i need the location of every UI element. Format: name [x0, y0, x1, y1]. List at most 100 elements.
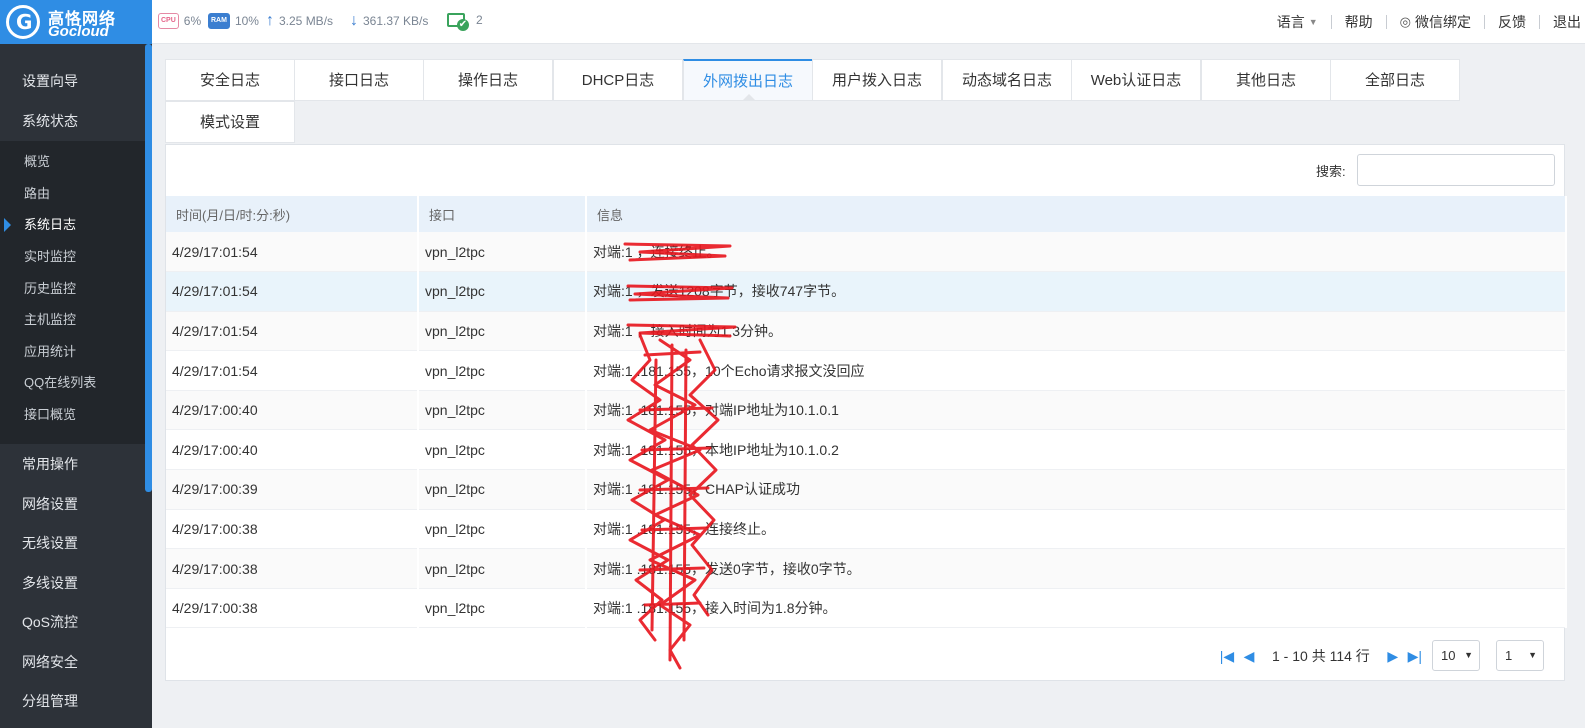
log-table: 时间(月/日/时:分:秒) 接口 信息 4/29/17:01:54 vpn_l2… [166, 196, 1567, 629]
sub-route[interactable]: 路由 [0, 178, 145, 210]
tab-all-log[interactable]: 全部日志 [1330, 59, 1460, 101]
sub-interface-overview[interactable]: 接口概览 [0, 399, 145, 431]
cell-info: 对端:1 ，接入时间为1.3分钟。 [586, 311, 1567, 352]
page-size-select[interactable]: 10 ▼ [1432, 640, 1480, 671]
upload-arrow-icon: ↑ [266, 12, 274, 29]
feedback-link[interactable]: 反馈 [1485, 12, 1539, 32]
caret-down-icon: ▼ [1308, 17, 1318, 27]
wechat-label: 微信绑定 [1415, 14, 1471, 30]
cpu-icon: CPU [158, 13, 179, 29]
column-header-interface[interactable]: 接口 [418, 196, 587, 232]
language-label: 语言 [1276, 14, 1305, 30]
sub-app-stats[interactable]: 应用统计 [0, 336, 145, 368]
sub-qq-online[interactable]: QQ在线列表 [0, 367, 145, 399]
menu-network-security[interactable]: 网络安全 [0, 642, 145, 682]
column-header-info[interactable]: 信息 [586, 196, 1567, 232]
download-stat: ↓ 361.37 KB/s [350, 13, 428, 29]
pagination-info: 1 - 10 共 114 行 [1272, 648, 1370, 664]
sub-history-monitor[interactable]: 历史监控 [0, 273, 145, 305]
language-menu[interactable]: 语言 ▼ [1264, 12, 1331, 32]
table-row[interactable]: 4/29/17:00:39 vpn_l2tpc 对端:1 .181.155，CH… [166, 469, 1567, 510]
sidebar: 设置向导 系统状态 概览 路由 系统日志 实时监控 历史监控 主机监控 应用统计… [0, 44, 152, 728]
top-bar: G 高恪网络 Gocloud CPU 6% RAM 10% ↑ 3.25 MB/… [0, 0, 1585, 44]
upload-value: 3.25 MB/s [279, 14, 334, 28]
tab-mode-settings[interactable]: 模式设置 [165, 101, 295, 143]
sub-realtime-monitor[interactable]: 实时监控 [0, 241, 145, 273]
tab-user-dialin-log[interactable]: 用户拨入日志 [812, 59, 942, 101]
tab-ddns-log[interactable]: 动态域名日志 [942, 59, 1072, 101]
table-row[interactable]: 4/29/17:00:40 vpn_l2tpc 对端:1 .181.155，对端… [166, 390, 1567, 431]
table-row[interactable]: 4/29/17:00:40 vpn_l2tpc 对端:1 .181.155，本地… [166, 429, 1567, 471]
cell-time: 4/29/17:00:38 [166, 509, 419, 550]
log-tabs: 安全日志 接口日志 操作日志 DHCP日志 外网拨出日志 用户拨入日志 动态域名… [165, 59, 1567, 144]
search-input[interactable] [1357, 154, 1555, 186]
menu-qos[interactable]: QoS流控 [0, 602, 145, 642]
table-row[interactable]: 4/29/17:01:54 vpn_l2tpc 对端:1 ，接入时间为1.3分钟… [166, 311, 1567, 352]
cell-interface: vpn_l2tpc [418, 429, 587, 471]
wechat-bind-link[interactable]: ◎ 微信绑定 [1387, 12, 1484, 32]
upload-stat: ↑ 3.25 MB/s [266, 13, 333, 29]
sub-host-monitor[interactable]: 主机监控 [0, 304, 145, 336]
menu-wireless-settings[interactable]: 无线设置 [0, 523, 145, 563]
table-header-row: 时间(月/日/时:分:秒) 接口 信息 [166, 196, 1567, 232]
cpu-stat: CPU 6% [158, 13, 201, 29]
cell-interface: vpn_l2tpc [418, 271, 587, 312]
table-row[interactable]: 4/29/17:00:38 vpn_l2tpc 对端:1 .181.155，连接… [166, 509, 1567, 550]
tab-wan-dialout-log[interactable]: 外网拨出日志 [683, 59, 813, 101]
prev-page-icon[interactable]: ◀ [1238, 648, 1260, 665]
cell-interface: vpn_l2tpc [418, 390, 587, 431]
active-marker-icon [4, 218, 11, 232]
cell-time: 4/29/17:00:38 [166, 548, 419, 589]
last-page-icon[interactable]: ▶| [1404, 648, 1426, 665]
pagination: |◀ ◀ 1 - 10 共 114 行 ▶ ▶| [1216, 641, 1426, 671]
menu-network-settings[interactable]: 网络设置 [0, 484, 145, 524]
sub-overview[interactable]: 概览 [0, 146, 145, 178]
sidebar-scrollbar[interactable] [145, 44, 152, 492]
tab-other-log[interactable]: 其他日志 [1201, 59, 1331, 101]
page-size-value: 10 [1441, 648, 1456, 663]
menu-system-status[interactable]: 系统状态 [0, 101, 145, 141]
tab-web-auth-log[interactable]: Web认证日志 [1071, 59, 1201, 101]
ram-icon: RAM [208, 13, 230, 29]
cell-info: 对端:1 ，发送1208字节，接收747字节。 [586, 271, 1567, 312]
sub-system-log[interactable]: 系统日志 [0, 209, 145, 241]
caret-down-icon: ▼ [1528, 650, 1537, 660]
cell-time: 4/29/17:00:39 [166, 469, 419, 510]
tab-operation-log[interactable]: 操作日志 [423, 59, 553, 101]
logo-icon: G [6, 5, 40, 39]
tab-security-log[interactable]: 安全日志 [165, 59, 295, 101]
menu-setup-wizard[interactable]: 设置向导 [0, 61, 145, 101]
tab-interface-log[interactable]: 接口日志 [294, 59, 424, 101]
cell-interface: vpn_l2tpc [418, 350, 587, 391]
first-page-icon[interactable]: |◀ [1216, 648, 1238, 665]
next-page-icon[interactable]: ▶ [1382, 648, 1404, 665]
table-row[interactable]: 4/29/17:01:54 vpn_l2tpc 对端:1 ，发送1208字节，接… [166, 271, 1567, 312]
wechat-icon: ◎ [1399, 14, 1411, 29]
top-nav: 语言 ▼ 帮助 ◎ 微信绑定 反馈 退出 [1264, 0, 1585, 44]
devices-count: 2 [476, 13, 483, 27]
table-row[interactable]: 4/29/17:00:38 vpn_l2tpc 对端:1 .181.155，发送… [166, 548, 1567, 589]
table-row[interactable]: 4/29/17:00:38 vpn_l2tpc 对端:1 .181.155，接入… [166, 588, 1567, 629]
logo[interactable]: G 高恪网络 Gocloud [0, 0, 152, 44]
ram-stat: RAM 10% [208, 13, 259, 29]
menu-group-management[interactable]: 分组管理 [0, 681, 145, 721]
menu-multiwan-settings[interactable]: 多线设置 [0, 563, 145, 603]
cell-interface: vpn_l2tpc [418, 548, 587, 589]
cell-time: 4/29/17:01:54 [166, 271, 419, 312]
column-header-time[interactable]: 时间(月/日/时:分:秒) [166, 196, 419, 232]
cell-time: 4/29/17:01:54 [166, 311, 419, 352]
tab-dhcp-log[interactable]: DHCP日志 [553, 59, 683, 101]
help-link[interactable]: 帮助 [1332, 12, 1386, 32]
cell-info: 对端:1 .181.155，10个Echo请求报文没回应 [586, 350, 1567, 391]
logout-link[interactable]: 退出 [1540, 12, 1585, 32]
search-label: 搜索: [1316, 164, 1346, 179]
cell-info: 对端:1 .181.155，接入时间为1.8分钟。 [586, 588, 1567, 629]
table-row[interactable]: 4/29/17:01:54 vpn_l2tpc 对端:1 ，连接终止。 [166, 232, 1567, 273]
log-panel: 搜索: 时间(月/日/时:分:秒) 接口 信息 4/29/17:01:54 vp… [165, 144, 1567, 681]
menu-common-ops[interactable]: 常用操作 [0, 444, 145, 484]
cell-interface: vpn_l2tpc [418, 509, 587, 550]
cell-info: 对端:1 .181.155，发送0字节，接收0字节。 [586, 548, 1567, 589]
page-select[interactable]: 1 ▼ [1496, 640, 1544, 671]
devices-stat[interactable]: 2 [447, 13, 483, 31]
table-row[interactable]: 4/29/17:01:54 vpn_l2tpc 对端:1 .181.155，10… [166, 350, 1567, 391]
